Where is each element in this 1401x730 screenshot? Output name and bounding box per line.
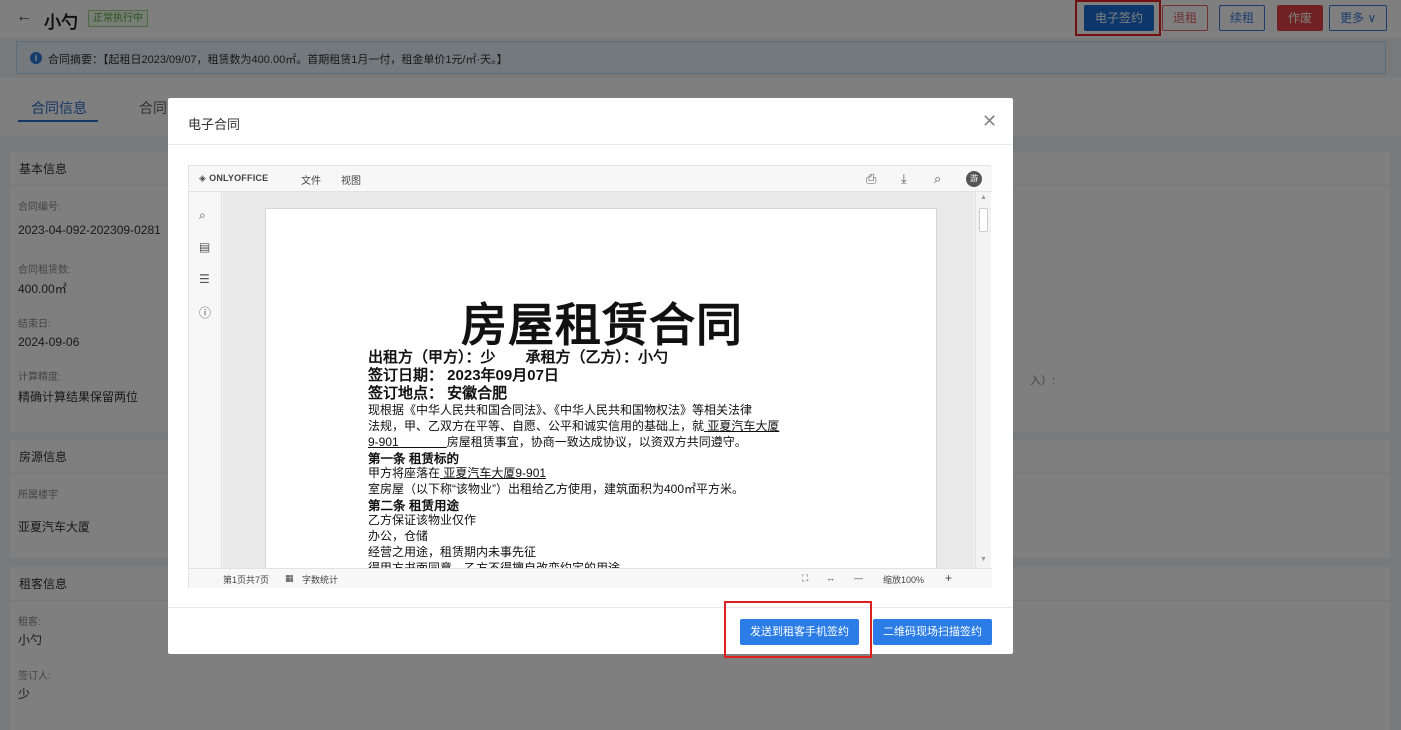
- menu-file[interactable]: 文件: [301, 172, 321, 187]
- onlyoffice-logo: ◈ ONLYOFFICE: [199, 173, 268, 184]
- zoom-in-button[interactable]: +: [945, 571, 952, 585]
- scroll-down-icon[interactable]: ▼: [980, 556, 987, 563]
- fit-page-icon[interactable]: ⛶: [802, 573, 808, 584]
- print-icon[interactable]: ⎙: [866, 171, 876, 187]
- word-count-icon[interactable]: ▦: [285, 573, 294, 584]
- logo-text: ONLYOFFICE: [209, 173, 269, 183]
- modal-title: 电子合同: [188, 117, 241, 132]
- doc-text: 房屋租赁事宜，协商一致达成协议，以资双方共同遵守。: [446, 435, 747, 449]
- download-icon[interactable]: ⤓: [901, 171, 907, 187]
- search-icon[interactable]: ⌕: [199, 208, 206, 223]
- scrollbar-thumb[interactable]: [979, 208, 988, 232]
- doc-text-underlined: 9-901: [368, 435, 447, 449]
- zoom-out-button[interactable]: —: [854, 573, 863, 583]
- menu-view[interactable]: 视图: [341, 172, 361, 187]
- document-canvas[interactable]: 房屋租赁合同 出租方（甲方）：少 承租方（乙方）：小勺 签订日期： 2023年0…: [223, 192, 974, 568]
- doc-line: 法规，甲、乙双方在平等、自愿、公平和诚实信用的基础上，就 亚夏汽车大厦: [368, 417, 779, 434]
- highlight-box-send-mobile: [724, 601, 872, 658]
- viewer-left-panel: ⌕ ▤ ☰ ⓘ: [189, 192, 222, 568]
- doc-text: 甲方将座落在: [368, 466, 441, 480]
- doc-line: 经营之用途，租赁期内未事先征: [368, 545, 537, 559]
- scroll-up-icon[interactable]: ▲: [980, 194, 987, 201]
- word-count-label[interactable]: 字数统计: [302, 573, 338, 586]
- info-icon[interactable]: ⓘ: [199, 304, 211, 321]
- doc-line: 签订地点： 安徽合肥: [368, 385, 508, 402]
- viewer-statusbar: 第1页共7页 ▦ 字数统计 ⛶ ↔ — 缩放100% +: [189, 568, 992, 588]
- layers-icon: ◈: [199, 173, 207, 183]
- doc-text-underlined: 亚夏汽车大厦: [704, 419, 780, 433]
- comment-icon[interactable]: ▤: [199, 240, 210, 254]
- outline-icon[interactable]: ☰: [199, 272, 210, 286]
- fit-width-icon[interactable]: ↔: [826, 573, 835, 583]
- close-icon[interactable]: ✕: [982, 112, 997, 130]
- doc-text: 法规，甲、乙双方在平等、自愿、公平和诚实信用的基础上，就: [368, 419, 705, 433]
- doc-line: 办公，仓储: [368, 529, 429, 543]
- page-indicator[interactable]: 第1页共7页: [223, 573, 269, 586]
- divider: [168, 144, 1013, 145]
- doc-line: 得甲方书面同意，乙方不得擅自改变约定的用途。: [368, 561, 633, 568]
- doc-text-underlined: 亚夏汽车大厦9-901: [440, 466, 547, 480]
- avatar[interactable]: 游: [966, 171, 982, 187]
- doc-line: 现根据《中华人民共和国合同法》、《中华人民共和国物权法》等相关法律: [368, 403, 753, 417]
- doc-line: 乙方保证该物业仅作: [368, 513, 477, 527]
- vertical-scrollbar[interactable]: ▲ ▼: [975, 192, 991, 568]
- document-viewer: ◈ ONLYOFFICE 文件 视图 ⎙ ⤓ ⌕ 游 ⌕ ▤ ☰ ⓘ 房屋租赁合同…: [188, 165, 992, 588]
- esign-contract-modal: 电子合同 ✕ ◈ ONLYOFFICE 文件 视图 ⎙ ⤓ ⌕ 游 ⌕ ▤ ☰ ⓘ…: [168, 98, 1013, 654]
- qr-code-sign-button[interactable]: 二维码现场扫描签约: [873, 619, 992, 645]
- doc-line: 甲方将座落在 亚夏汽车大厦9-901: [368, 464, 546, 481]
- viewer-toolbar: ◈ ONLYOFFICE 文件 视图 ⎙ ⤓ ⌕ 游: [189, 166, 992, 192]
- search-icon[interactable]: ⌕: [934, 171, 941, 187]
- document-page: 房屋租赁合同 出租方（甲方）：少 承租方（乙方）：小勺 签订日期： 2023年0…: [265, 208, 937, 568]
- divider: [168, 607, 1013, 608]
- zoom-level: 缩放100%: [883, 575, 925, 585]
